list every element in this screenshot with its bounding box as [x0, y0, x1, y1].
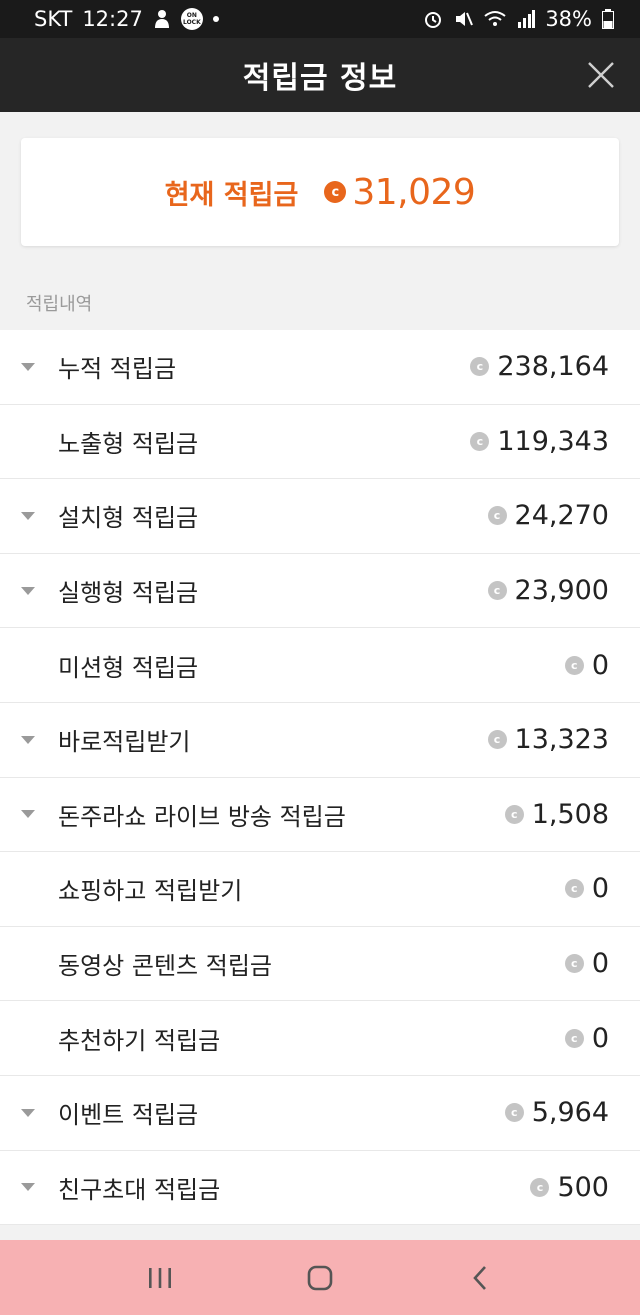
caret-down-icon[interactable] [21, 362, 35, 371]
history-row-value: 5,964 [531, 1097, 609, 1129]
history-row-label: 쇼핑하고 적립받기 [58, 877, 243, 906]
coin-icon: c [487, 730, 507, 750]
history-row-label: 친구초대 적립금 [58, 1175, 221, 1204]
coin-icon: c [487, 506, 507, 526]
history-row-label: 노출형 적립금 [58, 429, 199, 458]
caret-down-icon[interactable] [21, 1108, 35, 1117]
coin-icon: c [564, 1028, 584, 1048]
history-row-label: 추천하기 적립금 [58, 1026, 221, 1055]
history-row: 동영상 콘텐츠 적립금 c 0 [0, 927, 640, 1002]
history-row-value: 500 [557, 1171, 609, 1203]
caret-down-icon[interactable] [21, 511, 35, 520]
history-row-value: 0 [591, 1022, 609, 1054]
history-row-value: 13,323 [514, 724, 609, 756]
recent-apps-icon [149, 1267, 171, 1288]
history-row-amount: c0 [564, 948, 609, 980]
history-row-label: 설치형 적립금 [58, 504, 199, 533]
caret-down-icon[interactable] [21, 735, 35, 744]
current-balance-value: 31,029 [352, 171, 476, 213]
coin-icon: c [470, 431, 490, 451]
history-row-value: 0 [591, 649, 609, 681]
history-row[interactable]: 실행형 적립금 c 23,900 [0, 554, 640, 629]
home-icon [307, 1265, 333, 1290]
history-row[interactable]: 설치형 적립금 c 24,270 [0, 479, 640, 554]
history-row-label: 바로적립받기 [58, 728, 191, 757]
history-row-amount: c0 [564, 873, 609, 905]
battery-percent: 38% [545, 7, 592, 31]
history-row[interactable]: 바로적립받기 c 13,323 [0, 703, 640, 778]
history-row-value: 119,343 [497, 425, 609, 457]
coin-icon: c [504, 1103, 524, 1123]
history-row-value: 238,164 [497, 351, 609, 383]
back-button[interactable] [450, 1248, 510, 1308]
history-row-amount: c0 [564, 649, 609, 681]
history-row: 추천하기 적립금 c 0 [0, 1001, 640, 1076]
caret-down-icon[interactable] [21, 810, 35, 819]
reward-history-list: 누적 적립금 c 238,164 노출형 적립금 c 119,343 설치형 적립금 c 24,… [0, 330, 640, 1226]
wifi-icon [483, 9, 507, 29]
history-row-label: 돈주라쇼 라이브 방송 적립금 [58, 802, 346, 831]
history-row: 쇼핑하고 적립받기 c 0 [0, 852, 640, 927]
current-balance-label: 현재 적립금 [164, 179, 299, 211]
current-balance: c 31,029 [324, 171, 476, 213]
history-row-amount: c 13,323 [487, 724, 609, 756]
history-row-value: 0 [591, 948, 609, 980]
section-label: 적립내역 [26, 294, 93, 315]
history-row[interactable]: 누적 적립금 c 238,164 [0, 330, 640, 405]
history-row-label: 이벤트 적립금 [58, 1101, 199, 1130]
caret-down-icon[interactable] [21, 586, 35, 595]
coin-icon: c [324, 181, 347, 203]
status-right: 38% [423, 7, 614, 31]
coin-icon: c [564, 879, 584, 899]
signal-icon [517, 10, 536, 28]
history-row-value: 23,900 [514, 575, 609, 607]
history-row-label: 누적 적립금 [58, 355, 177, 384]
coin-icon: c [470, 357, 490, 377]
current-balance-card: 현재 적립금 c 31,029 [21, 138, 619, 246]
notification-person-icon [153, 9, 171, 29]
history-row-label: 실행형 적립금 [58, 579, 199, 608]
coin-icon: c [504, 804, 524, 824]
close-icon [588, 62, 614, 88]
history-row[interactable]: 친구초대 적립금 c 500 [0, 1151, 640, 1226]
home-button[interactable] [290, 1248, 350, 1308]
coin-icon: c [564, 655, 584, 675]
history-row-value: 24,270 [514, 500, 609, 532]
clock: 12:27 [82, 7, 143, 31]
coin-icon: c [530, 1177, 550, 1197]
close-button[interactable] [584, 58, 618, 92]
coin-icon: c [487, 581, 507, 601]
back-icon [473, 1265, 486, 1290]
alarm-icon [423, 9, 443, 29]
history-row-amount: c 23,900 [487, 575, 609, 607]
mute-icon [453, 9, 474, 29]
page-title: 적립금 정보 [242, 61, 398, 96]
recent-apps-button[interactable] [130, 1248, 190, 1308]
history-row: 노출형 적립금 c 119,343 [0, 405, 640, 480]
history-row-amount: c 238,164 [470, 351, 609, 382]
app-bar: 적립금 정보 [0, 38, 640, 112]
history-row-amount: c 500 [530, 1172, 609, 1203]
history-row-amount: c0 [564, 1022, 609, 1054]
history-row-label: 동영상 콘텐츠 적립금 [58, 952, 272, 981]
system-navigation-bar [0, 1240, 640, 1315]
history-row-label: 미션형 적립금 [58, 653, 199, 682]
history-row-amount: c 1,508 [504, 798, 609, 830]
history-row-amount: c 119,343 [470, 426, 609, 457]
history-row-amount: c 24,270 [487, 500, 609, 532]
caret-down-icon[interactable] [21, 1183, 35, 1192]
status-left: SKT 12:27 ON LOCK [34, 7, 219, 31]
history-row[interactable]: 돈주라쇼 라이브 방송 적립금 c 1,508 [0, 778, 640, 853]
history-row-amount: c 5,964 [504, 1097, 609, 1129]
lock-app-icon: ON LOCK [180, 8, 203, 30]
status-bar: SKT 12:27 ON LOCK 38% [0, 0, 640, 38]
carrier-label: SKT [34, 7, 73, 31]
history-row-value: 0 [591, 873, 609, 905]
coin-icon: c [564, 954, 584, 974]
more-notifications-dot [212, 16, 219, 22]
battery-icon [602, 9, 614, 29]
history-row[interactable]: 이벤트 적립금 c 5,964 [0, 1076, 640, 1151]
history-row: 미션형 적립금 c 0 [0, 628, 640, 703]
history-row-value: 1,508 [531, 798, 609, 830]
